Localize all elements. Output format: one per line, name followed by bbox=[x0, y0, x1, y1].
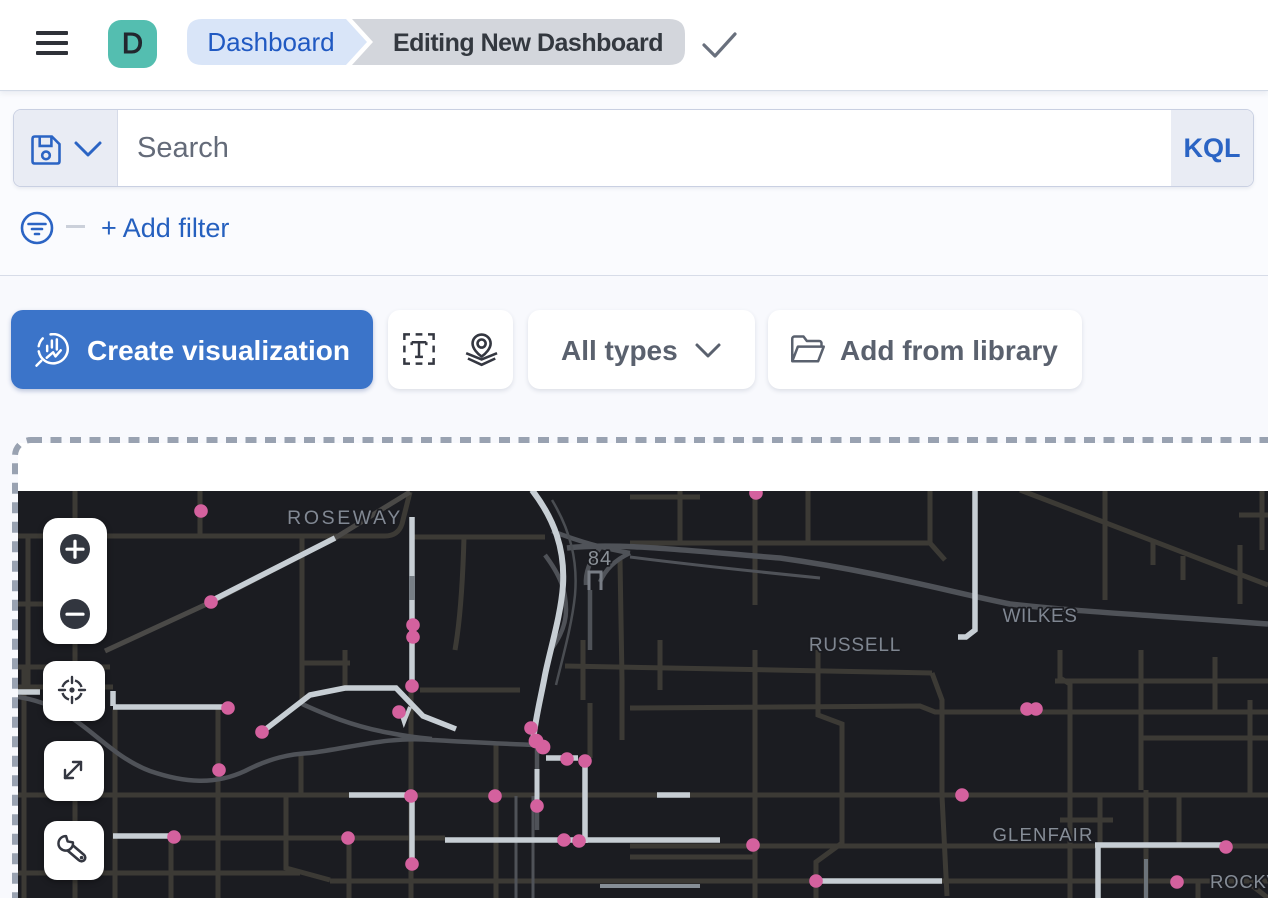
svg-text:Editing New Dashboard: Editing New Dashboard bbox=[393, 29, 663, 57]
svg-text:Dashboard: Dashboard bbox=[207, 27, 334, 57]
